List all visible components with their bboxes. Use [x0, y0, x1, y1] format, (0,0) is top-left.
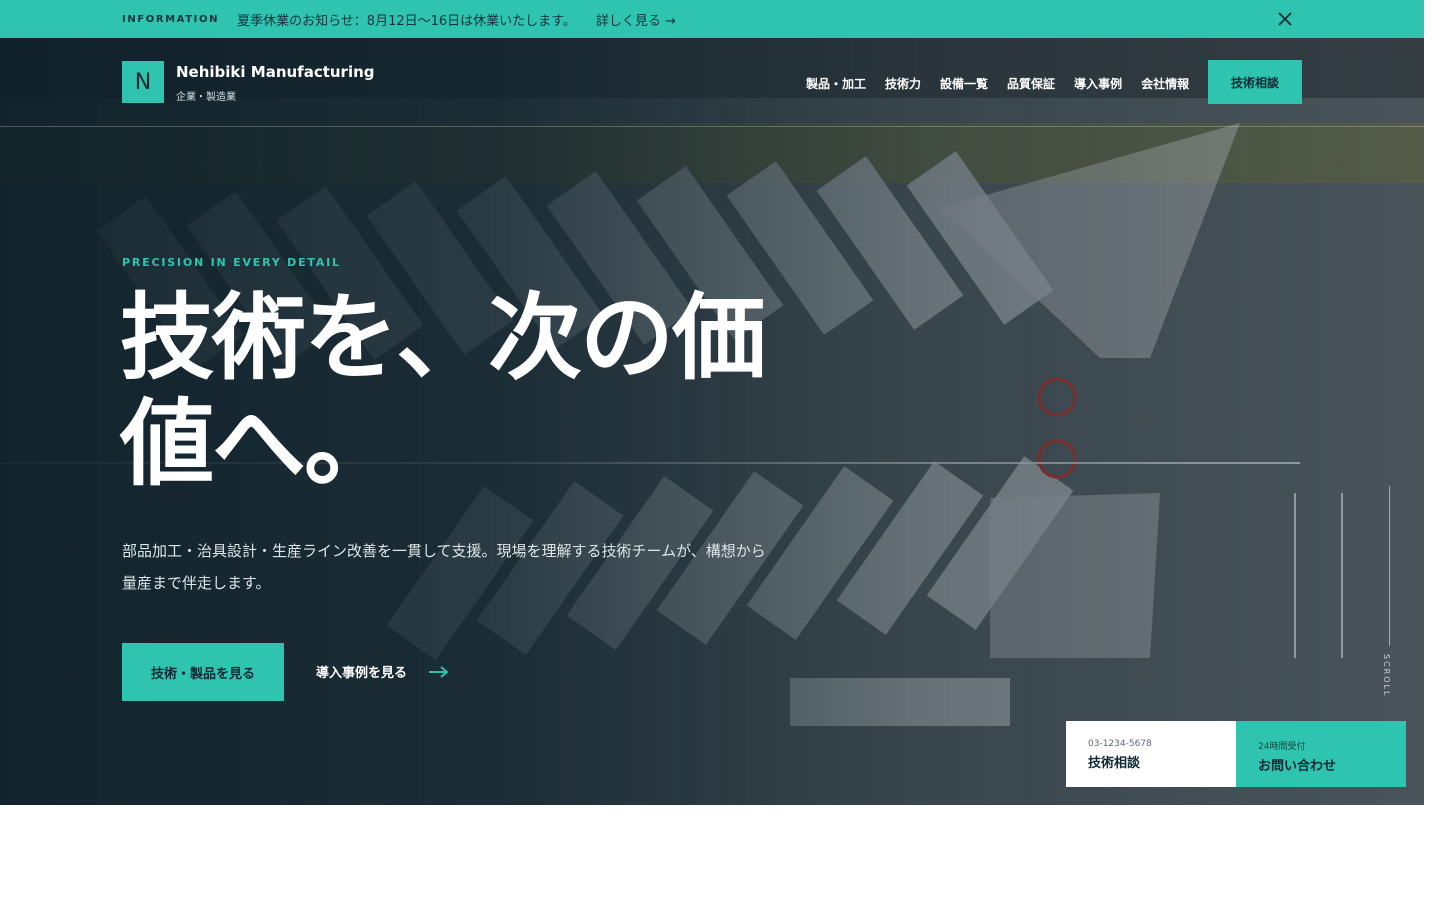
hero-title: 技術を、次の価 値へ。 — [120, 286, 880, 498]
hero-section: N Nehibiki Manufacturing 企業・製造業 製品・加工 技術… — [0, 38, 1424, 805]
main-nav: 製品・加工 技術力 設備一覧 品質保証 導入事例 会社情報 — [806, 75, 1189, 92]
hero-title-line-1: 技術を、次の価 — [120, 284, 766, 393]
logo-mark[interactable]: N — [122, 61, 164, 103]
view-cases-link[interactable]: 導入事例を見る — [316, 662, 449, 681]
view-products-button[interactable]: 技術・製品を見る — [122, 643, 284, 701]
scroll-line — [1389, 486, 1390, 646]
nav-item-technology[interactable]: 技術力 — [885, 75, 921, 92]
phone-consult-label: 技術相談 — [1088, 756, 1141, 771]
contact-form-label: お問い合わせ — [1258, 759, 1337, 774]
contact-form-box[interactable]: 24時間受付 お問い合わせ — [1236, 721, 1406, 787]
hero-eyebrow: PRECISION IN EVERY DETAIL — [122, 256, 341, 269]
info-details-link[interactable]: 詳しく見る → — [596, 10, 676, 29]
nav-item-cases[interactable]: 導入事例 — [1074, 75, 1122, 92]
contact-hours: 24時間受付 — [1258, 742, 1306, 752]
nav-item-products[interactable]: 製品・加工 — [806, 75, 866, 92]
view-cases-label: 導入事例を見る — [316, 666, 408, 681]
info-bar: INFORMATION 夏季休業のお知らせ：8月12日〜16日は休業いたします。… — [0, 0, 1424, 38]
arrow-right-icon — [429, 665, 449, 678]
info-text: 夏季休業のお知らせ：8月12日〜16日は休業いたします。 — [237, 13, 576, 29]
nav-item-equipment[interactable]: 設備一覧 — [940, 75, 988, 92]
scroll-indicator[interactable]: SCROLL — [1382, 654, 1391, 697]
hero-title-line-2: 値へ。 — [120, 390, 398, 499]
phone-consult-box[interactable]: 03-1234-5678 技術相談 — [1066, 721, 1236, 787]
brand-subtitle: 企業・製造業 — [176, 92, 236, 103]
page: INFORMATION 夏季休業のお知らせ：8月12日〜16日は休業いたします。… — [0, 0, 1440, 900]
close-icon[interactable] — [1276, 10, 1294, 28]
phone-number: 03-1234-5678 — [1088, 739, 1152, 749]
nav-item-quality[interactable]: 品質保証 — [1007, 75, 1055, 92]
brand-name[interactable]: Nehibiki Manufacturing — [176, 63, 375, 81]
info-label: INFORMATION — [122, 13, 220, 25]
hero-description: 部品加工・治具設計・生産ライン改善を一貫して支援。現場を理解する技術チームが、構… — [122, 542, 766, 592]
consult-button[interactable]: 技術相談 — [1208, 60, 1302, 104]
nav-item-company[interactable]: 会社情報 — [1141, 75, 1189, 92]
site-header: N Nehibiki Manufacturing 企業・製造業 製品・加工 技術… — [0, 38, 1424, 127]
